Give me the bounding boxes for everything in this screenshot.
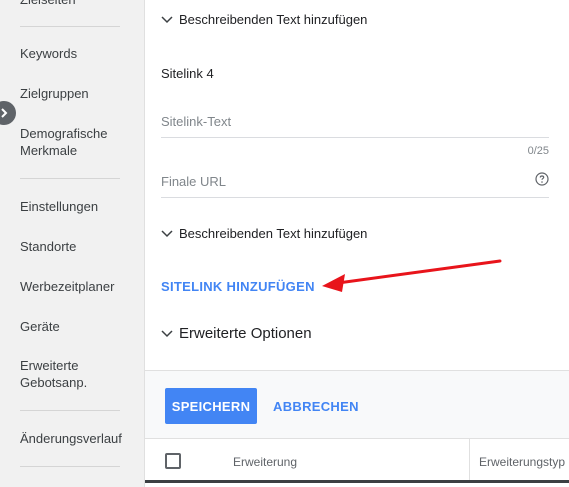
sidebar-item-geraete[interactable]: Geräte <box>20 318 135 335</box>
form-footer: SPEICHERN ABBRECHEN <box>145 370 569 438</box>
sidebar-item-aenderungsverlauf[interactable]: Änderungsverlauf <box>20 430 135 447</box>
column-header-erweiterungstyp[interactable]: Erweiterungstyp <box>479 455 565 469</box>
sidebar-item-einstellungen[interactable]: Einstellungen <box>20 198 135 215</box>
sidebar-item-standorte[interactable]: Standorte <box>20 238 135 255</box>
sitelink-text-counter: 0/25 <box>527 145 549 157</box>
column-separator <box>469 439 470 481</box>
sitelink-section-title: Sitelink 4 <box>161 66 214 81</box>
chevron-right-icon <box>1 108 8 118</box>
sitelink-text-field <box>161 108 549 138</box>
sitelink-form: Beschreibenden Text hinzufügen Sitelink … <box>145 0 569 370</box>
sidebar-divider <box>20 26 120 27</box>
sidebar-divider <box>20 178 120 179</box>
chevron-down-icon <box>161 229 173 237</box>
sidebar-divider <box>20 410 120 411</box>
sidebar-divider <box>20 466 120 467</box>
sidebar-item-werbezeitplaner[interactable]: Werbezeitplaner <box>20 278 135 295</box>
description-expander-label: Beschreibenden Text hinzufügen <box>179 12 368 27</box>
description-expander-top[interactable]: Beschreibenden Text hinzufügen <box>161 12 367 27</box>
chevron-down-icon <box>161 329 173 337</box>
sidebar-nav: Zielseiten Keywords Zielgruppen Demograf… <box>0 0 145 487</box>
sidebar-item-demografische-merkmale[interactable]: Demografische Merkmale <box>20 125 120 159</box>
final-url-input[interactable] <box>161 168 549 189</box>
final-url-field <box>161 168 549 198</box>
sidebar-collapse-button[interactable] <box>0 101 16 125</box>
chevron-down-icon <box>161 15 173 23</box>
description-expander-label: Beschreibenden Text hinzufügen <box>179 226 368 241</box>
sidebar-item-zielseiten[interactable]: Zielseiten <box>20 0 135 8</box>
advanced-options-expander[interactable]: Erweiterte Optionen <box>161 325 312 342</box>
description-expander-bottom[interactable]: Beschreibenden Text hinzufügen <box>161 226 367 241</box>
select-all-checkbox[interactable] <box>165 453 181 469</box>
sitelink-text-input[interactable] <box>161 108 549 129</box>
save-button[interactable]: SPEICHERN <box>165 388 257 424</box>
add-sitelink-button[interactable]: SITELINK HINZUFÜGEN <box>161 279 315 294</box>
sidebar-item-erweiterte-gebotsanp[interactable]: Erweiterte Gebotsanp. <box>20 357 115 391</box>
table-header-underline <box>145 480 569 483</box>
extensions-table-header: Erweiterung Erweiterungstyp <box>145 438 569 483</box>
sidebar-item-keywords[interactable]: Keywords <box>20 45 135 62</box>
cancel-button[interactable]: ABBRECHEN <box>273 399 359 414</box>
help-icon[interactable] <box>535 172 549 186</box>
advanced-options-label: Erweiterte Optionen <box>179 325 312 342</box>
sidebar-item-zielgruppen[interactable]: Zielgruppen <box>20 85 135 102</box>
column-header-erweiterung[interactable]: Erweiterung <box>233 455 297 469</box>
